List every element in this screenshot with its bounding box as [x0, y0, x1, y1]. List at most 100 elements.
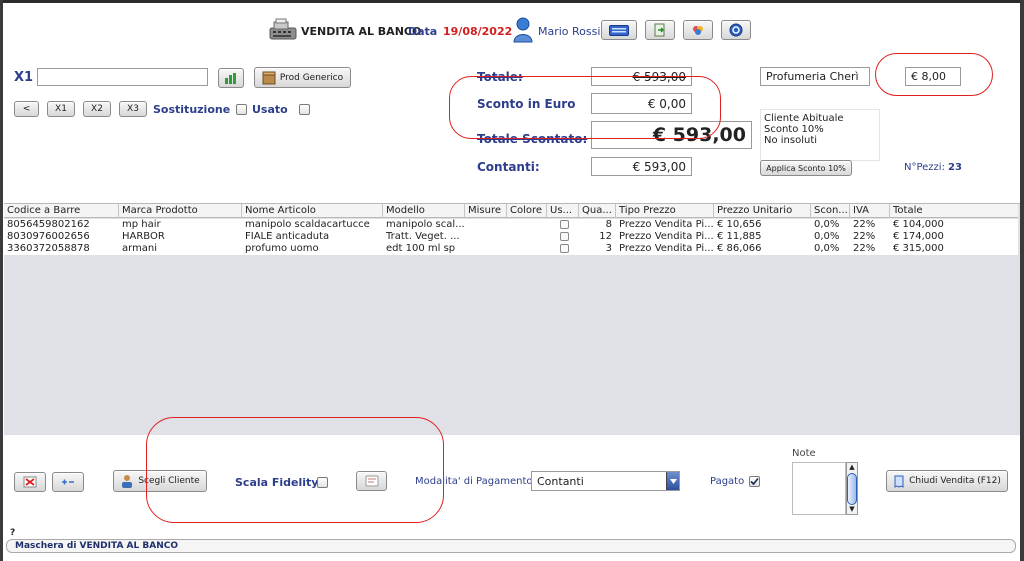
chevron-down-icon[interactable] — [666, 472, 679, 490]
note-scrollbar[interactable]: ▲ ▼ — [846, 462, 858, 515]
column-header[interactable]: Qua... — [579, 204, 616, 218]
table-cell: edt 100 ml sp — [386, 243, 456, 254]
table-cell: € 86,066 — [717, 243, 762, 254]
table-cell — [507, 243, 547, 255]
pagato-label: Pagato — [710, 476, 745, 487]
table-cell: Prezzo Vendita Pi... — [619, 219, 714, 230]
plus-minus-icon — [61, 477, 75, 487]
receipt-icon — [893, 475, 905, 488]
table-cell: 22% — [853, 243, 876, 254]
scroll-down-icon[interactable]: ▼ — [847, 505, 857, 514]
table-cell: profumo uomo — [245, 243, 319, 254]
column-header[interactable]: Scon... — [811, 204, 850, 218]
x3-button[interactable]: X3 — [119, 101, 147, 117]
usato-row-checkbox[interactable] — [560, 232, 569, 241]
date-value: 19/08/2022 — [443, 25, 513, 38]
column-header[interactable]: Prezzo Unitario — [714, 204, 811, 218]
barcode-input[interactable] — [37, 68, 208, 86]
note-label: Note — [792, 448, 816, 459]
usato-row-checkbox[interactable] — [560, 244, 569, 253]
x2-button[interactable]: X2 — [83, 101, 111, 117]
table-cell: manipolo scal... — [386, 219, 465, 230]
table-cell: Tratt. Veget. ... — [386, 231, 460, 242]
keyboard-icon — [609, 24, 629, 36]
delete-icon — [23, 476, 37, 488]
status-bar: Maschera di VENDITA AL BANCO — [6, 539, 1016, 553]
annotation-oval — [875, 53, 993, 96]
table-cell: manipolo scaldacartucce — [245, 219, 370, 230]
table-row[interactable]: 8056459802162 mp hair manipolo scaldacar… — [4, 219, 1018, 231]
user-select-icon — [120, 474, 134, 488]
cash-register-icon — [268, 18, 298, 42]
table-cell: 8030976002656 — [7, 231, 90, 242]
table-cell: € 174,000 — [893, 231, 944, 242]
color-palette-icon — [691, 23, 705, 37]
table-cell: mp hair — [122, 219, 161, 230]
products-table: Codice a Barre Marca Prodotto Nome Artic… — [4, 203, 1020, 435]
table-cell: 3 — [605, 243, 612, 254]
scroll-up-icon[interactable]: ▲ — [847, 463, 857, 472]
table-body: 8056459802162 mp hair manipolo scaldacar… — [4, 219, 1018, 255]
table-cell: armani — [122, 243, 158, 254]
customer-name-field: Profumeria Cherì — [760, 67, 870, 86]
column-header[interactable]: Colore — [507, 204, 547, 218]
adjust-quantity-button[interactable] — [52, 472, 84, 492]
payment-method-select[interactable]: Contanti — [531, 471, 680, 491]
date-label: Data — [408, 25, 438, 38]
window-left-border — [0, 0, 3, 561]
user-name: Mario Rossi — [538, 25, 601, 38]
pezzi-value: 23 — [948, 162, 962, 173]
power-icon — [729, 23, 743, 37]
apply-discount-button[interactable]: Applica Sconto 10% — [760, 160, 852, 176]
back-button[interactable]: < — [14, 101, 39, 117]
note-textarea[interactable] — [792, 462, 846, 515]
table-row[interactable]: 8030976002656 HARBOR FIALE anticaduta Tr… — [4, 231, 1018, 243]
table-cell — [507, 219, 547, 231]
green-chart-icon — [224, 72, 238, 84]
customer-note-line: No insoluti — [764, 135, 818, 146]
customer-note-line: Cliente Abituale Sconto 10% — [764, 113, 844, 135]
chiudi-vendita-button[interactable]: Chiudi Vendita (F12) — [886, 470, 1008, 492]
table-cell: € 315,000 — [893, 243, 944, 254]
usato-row-checkbox[interactable] — [560, 220, 569, 229]
user-avatar-icon — [512, 17, 534, 43]
delete-row-button[interactable] — [14, 472, 46, 492]
table-row[interactable]: 3360372058878 armani profumo uomo edt 10… — [4, 243, 1018, 255]
exit-button[interactable] — [721, 20, 751, 40]
prod-generico-button[interactable]: Prod Generico — [254, 67, 351, 88]
column-header[interactable]: Modello — [383, 204, 465, 218]
column-header[interactable]: Totale — [890, 204, 1018, 218]
chiudi-vendita-label: Chiudi Vendita (F12) — [909, 476, 1001, 486]
add-green-button[interactable] — [218, 68, 244, 88]
column-header[interactable]: Us... — [547, 204, 579, 218]
column-header[interactable]: IVA — [850, 204, 890, 218]
contanti-label: Contanti: — [477, 160, 540, 174]
x1-button[interactable]: X1 — [47, 101, 75, 117]
column-header[interactable]: Misure — [465, 204, 507, 218]
page-title: VENDITA AL BANCO — [301, 25, 422, 38]
table-cell: 0,0% — [814, 231, 840, 242]
table-cell: 3360372058878 — [7, 243, 90, 254]
payment-method-value: Contanti — [537, 474, 584, 488]
keyboard-button[interactable] — [601, 20, 637, 40]
scroll-thumb[interactable] — [847, 473, 857, 505]
column-header[interactable]: Nome Articolo — [242, 204, 383, 218]
annotation-oval — [146, 417, 444, 523]
palette-button[interactable] — [683, 20, 713, 40]
box-icon — [262, 71, 276, 85]
usato-checkbox[interactable] — [299, 104, 310, 115]
column-header[interactable]: Tipo Prezzo — [616, 204, 714, 218]
table-cell — [465, 243, 507, 255]
sostituzione-label: Sostituzione — [153, 103, 231, 116]
column-header[interactable]: Marca Prodotto — [119, 204, 242, 218]
help-marker: ? — [10, 528, 16, 538]
window-right-border — [1020, 0, 1024, 561]
table-cell: 8 — [605, 219, 612, 230]
pagato-checkbox[interactable] — [749, 476, 760, 487]
document-arrow-icon — [653, 23, 667, 37]
column-header[interactable]: Codice a Barre — [4, 204, 119, 218]
sostituzione-checkbox[interactable] — [236, 104, 247, 115]
table-cell: 0,0% — [814, 243, 840, 254]
table-cell: € 11,885 — [717, 231, 762, 242]
export-button[interactable] — [645, 20, 675, 40]
